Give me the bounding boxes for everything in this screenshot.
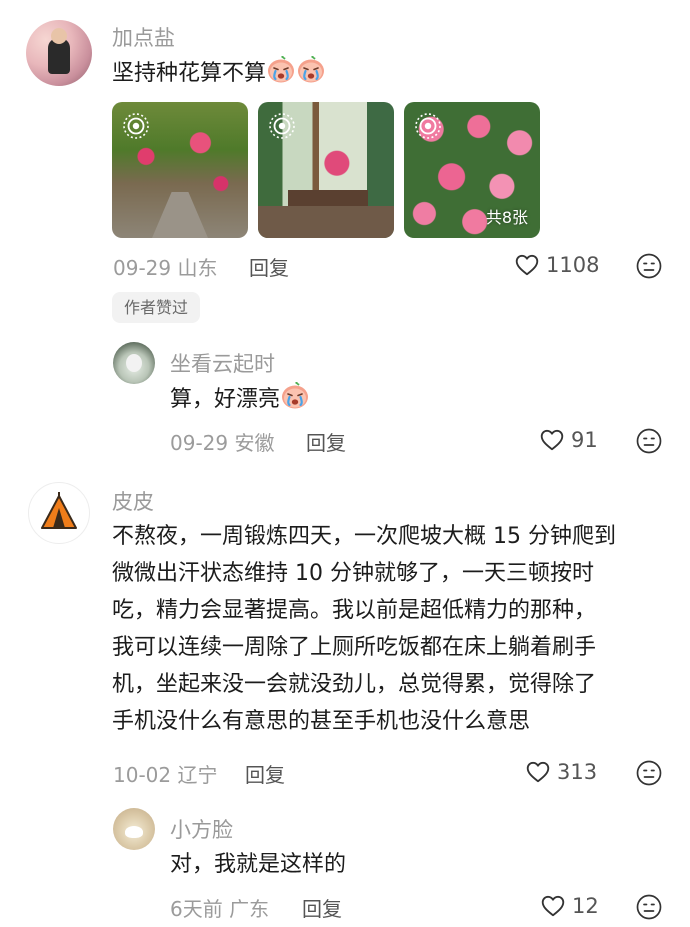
heart-outline-icon [540, 893, 566, 919]
heart-outline-icon [514, 252, 540, 278]
avatar[interactable] [113, 808, 155, 850]
heart-outline-icon [525, 759, 551, 785]
avatar-head [51, 28, 67, 44]
username[interactable]: 皮皮 [112, 486, 154, 516]
tent-icon [41, 492, 77, 529]
comment-text-line: 微微出汗状态维持 10 分钟就够了，一天三顿按时 [112, 561, 594, 586]
avatar-figure [126, 354, 142, 372]
comment-text-line: 机，坐起来没一会就没劲儿，总觉得累，觉得除了 [112, 672, 597, 697]
like-count: 313 [557, 760, 598, 784]
avatar[interactable] [28, 482, 90, 544]
comment-photo-1[interactable] [112, 102, 248, 238]
comment-location: 山东 [177, 256, 218, 280]
comment-text-line: 吃，精力会显著提高。我以前是超低精力的那种， [112, 598, 597, 623]
live-photo-icon [122, 112, 150, 140]
comment-text: 对，我就是这样的 [170, 852, 347, 877]
comment-date-location: 10-02 辽宁 [113, 759, 217, 788]
dislike-face-icon[interactable] [636, 760, 662, 786]
dislike-face-icon[interactable] [636, 253, 662, 279]
comment-text-line: 我可以连续一周除了上厕所吃饭都在床上躺着刷手 [112, 635, 597, 660]
reply-button[interactable]: 回复 [302, 893, 342, 922]
comment-text: 算，好漂亮 [170, 380, 310, 418]
crying-face-emoji-icon [296, 54, 326, 84]
like-button[interactable]: 91 [539, 427, 598, 453]
comment-location: 广东 [229, 897, 270, 921]
image-count-label: 共8张 [485, 208, 528, 227]
dislike-face-icon[interactable] [636, 428, 662, 454]
comment-location: 安徽 [234, 431, 275, 455]
reply-button[interactable]: 回复 [306, 427, 346, 456]
comment-text-content: 算，好漂亮 [170, 387, 281, 412]
avatar[interactable] [113, 342, 155, 384]
photo-path [152, 192, 208, 238]
avatar[interactable] [26, 20, 92, 86]
like-button[interactable]: 313 [525, 759, 597, 785]
comment-text-line: 不熬夜，一周锻炼四天，一次爬坡大概 15 分钟爬到 [112, 524, 616, 549]
like-count: 12 [572, 894, 599, 918]
reply-button[interactable]: 回复 [249, 252, 289, 281]
like-button[interactable]: 1108 [514, 252, 599, 278]
comment-date: 6天前 [170, 897, 223, 921]
like-button[interactable]: 12 [540, 893, 599, 919]
reply-button[interactable]: 回复 [245, 759, 285, 788]
dislike-face-icon[interactable] [636, 894, 662, 920]
live-photo-icon [268, 112, 296, 140]
comment-photo-2[interactable] [258, 102, 394, 238]
username[interactable]: 小方脸 [170, 814, 233, 844]
username[interactable]: 加点盐 [112, 22, 175, 52]
comment-date-location: 09-29 山东 [113, 252, 217, 281]
author-liked-badge: 作者赞过 [112, 292, 201, 323]
comment-text: 坚持种花算不算 [112, 54, 326, 92]
comment-text: 不熬夜，一周锻炼四天，一次爬坡大概 15 分钟爬到 微微出汗状态维持 10 分钟… [112, 518, 616, 740]
comment-text-line: 手机没什么有意思的甚至手机也没什么意思 [112, 709, 531, 734]
username[interactable]: 坐看云起时 [170, 348, 275, 378]
comment-date-location: 09-29 安徽 [170, 427, 274, 456]
comment-date: 09-29 [170, 431, 229, 455]
comment-location: 辽宁 [177, 763, 218, 787]
comment-date: 09-29 [113, 256, 172, 280]
avatar-figure [125, 826, 143, 838]
comment-date: 10-02 [113, 763, 172, 787]
comment-photo-3[interactable]: 共8张 [404, 102, 540, 238]
heart-outline-icon [539, 427, 565, 453]
like-count: 1108 [546, 253, 600, 277]
like-count: 91 [571, 428, 598, 452]
comment-text-content: 坚持种花算不算 [112, 61, 267, 86]
live-photo-icon [414, 112, 442, 140]
photo-table [288, 190, 368, 206]
crying-face-emoji-icon [266, 54, 296, 84]
crying-face-emoji-icon [280, 380, 310, 410]
photo-floor [258, 206, 394, 238]
comment-date-location: 6天前 广东 [170, 893, 269, 922]
